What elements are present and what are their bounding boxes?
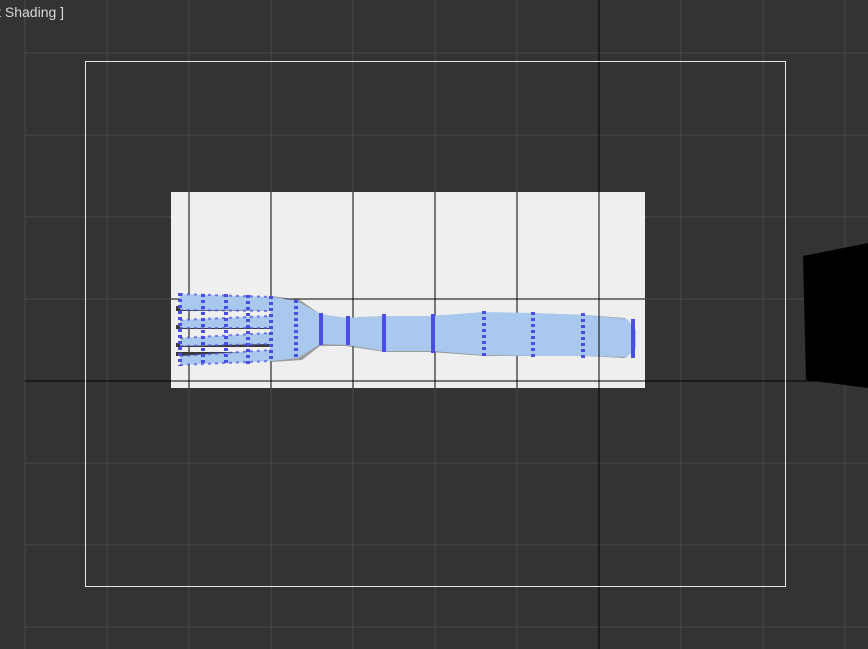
viewport[interactable]: lt Shading ] [0, 0, 868, 649]
side-object[interactable] [803, 243, 868, 388]
viewport-shading-label[interactable]: lt Shading ] [0, 4, 64, 20]
viewport-canvas[interactable] [0, 0, 868, 649]
